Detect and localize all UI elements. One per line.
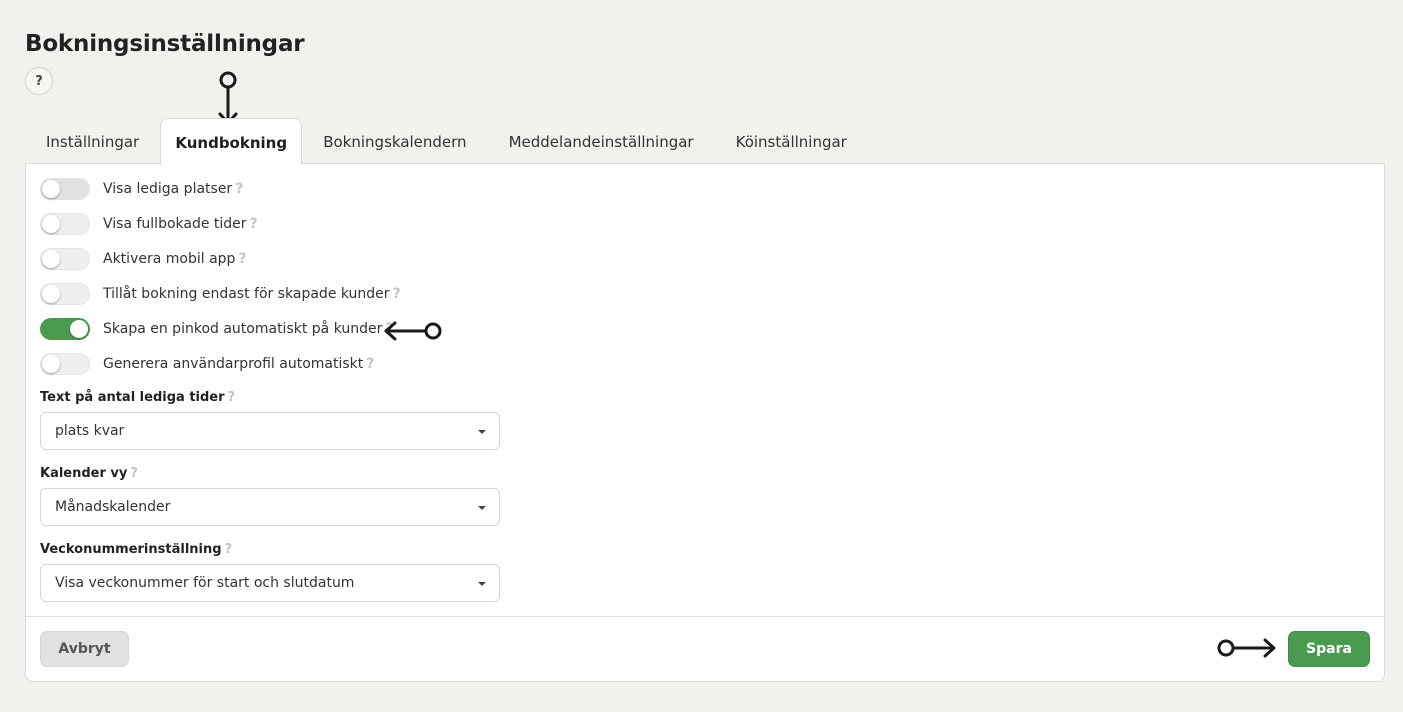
settings-panel: Visa lediga platser ? Visa fullbokade ti… [25,163,1385,682]
toggle-switch[interactable] [40,213,90,235]
toggle-label: Visa fullbokade tider [103,216,247,232]
tab-kundbokning[interactable]: Kundbokning [160,118,303,165]
toggle-row-visa-lediga-platser: Visa lediga platser ? [40,177,243,201]
select-value: Visa veckonummer för start och slutdatum [55,575,355,591]
tab-meddelandeinstallningar[interactable]: Meddelandeinställningar [488,118,715,164]
help-icon[interactable]: ? [366,356,374,372]
help-icon[interactable]: ? [250,216,258,232]
select-kalender-vy[interactable]: Månadskalender [40,488,500,526]
help-icon[interactable]: ? [235,181,243,197]
toggle-row-aktivera-mobil-app: Aktivera mobil app ? [40,247,247,271]
toggle-knob [70,320,88,338]
toggle-row-generera-anvandarprofil: Generera användarprofil automatiskt ? [40,352,374,376]
select-value: plats kvar [55,423,125,439]
help-button[interactable]: ? [25,67,53,95]
field-label-text: Kalender vy [40,466,128,481]
tab-koinstallningar[interactable]: Köinställningar [715,118,868,164]
footer-divider [26,616,1384,617]
tab-installningar[interactable]: Inställningar [25,118,160,164]
select-text-lediga-tider[interactable]: plats kvar [40,412,500,450]
toggle-knob [42,180,60,198]
toggle-switch[interactable] [40,283,90,305]
toggle-label: Generera användarprofil automatiskt [103,356,364,372]
field-label-kalender-vy: Kalender vy? [40,466,138,481]
field-label-text-lediga-tider: Text på antal lediga tider? [40,390,235,405]
field-label-veckonummer: Veckonummerinställning? [40,542,232,557]
help-icon[interactable]: ? [130,466,138,481]
toggle-label: Tillåt bokning endast för skapade kunder [103,286,390,302]
caret-down-icon [478,582,486,586]
toggle-switch[interactable] [40,248,90,270]
toggle-row-visa-fullbokade-tider: Visa fullbokade tider ? [40,212,258,236]
select-value: Månadskalender [55,499,171,515]
help-icon[interactable]: ? [225,542,233,557]
toggle-row-skapa-pinkod: Skapa en pinkod automatiskt på kunder ? [40,317,394,341]
toggle-row-tillat-bokning: Tillåt bokning endast för skapade kunder… [40,282,401,306]
toggle-knob [42,355,60,373]
help-icon[interactable]: ? [228,390,236,405]
page-title: Bokningsinställningar [25,31,305,57]
help-icon[interactable]: ? [238,251,246,267]
toggle-label: Visa lediga platser [103,181,233,197]
toggle-knob [42,250,60,268]
field-label-text: Text på antal lediga tider [40,390,225,405]
toggle-switch[interactable] [40,178,90,200]
toggle-switch[interactable] [40,318,90,340]
save-button[interactable]: Spara [1288,631,1370,667]
caret-down-icon [478,506,486,510]
toggle-switch[interactable] [40,353,90,375]
toggle-label: Aktivera mobil app [103,251,236,267]
help-icon[interactable]: ? [393,286,401,302]
arrow-right-annotation-icon [1217,638,1276,658]
tab-bar: Inställningar Kundbokning Bokningskalend… [25,118,868,165]
arrow-left-annotation-icon [384,321,442,341]
caret-down-icon [478,430,486,434]
toggle-knob [42,215,60,233]
select-veckonummer[interactable]: Visa veckonummer för start och slutdatum [40,564,500,602]
toggle-label: Skapa en pinkod automatiskt på kunder [103,321,383,337]
tab-bokningskalendern[interactable]: Bokningskalendern [302,118,487,164]
toggle-knob [42,285,60,303]
field-label-text: Veckonummerinställning [40,542,222,557]
cancel-button[interactable]: Avbryt [40,631,129,667]
